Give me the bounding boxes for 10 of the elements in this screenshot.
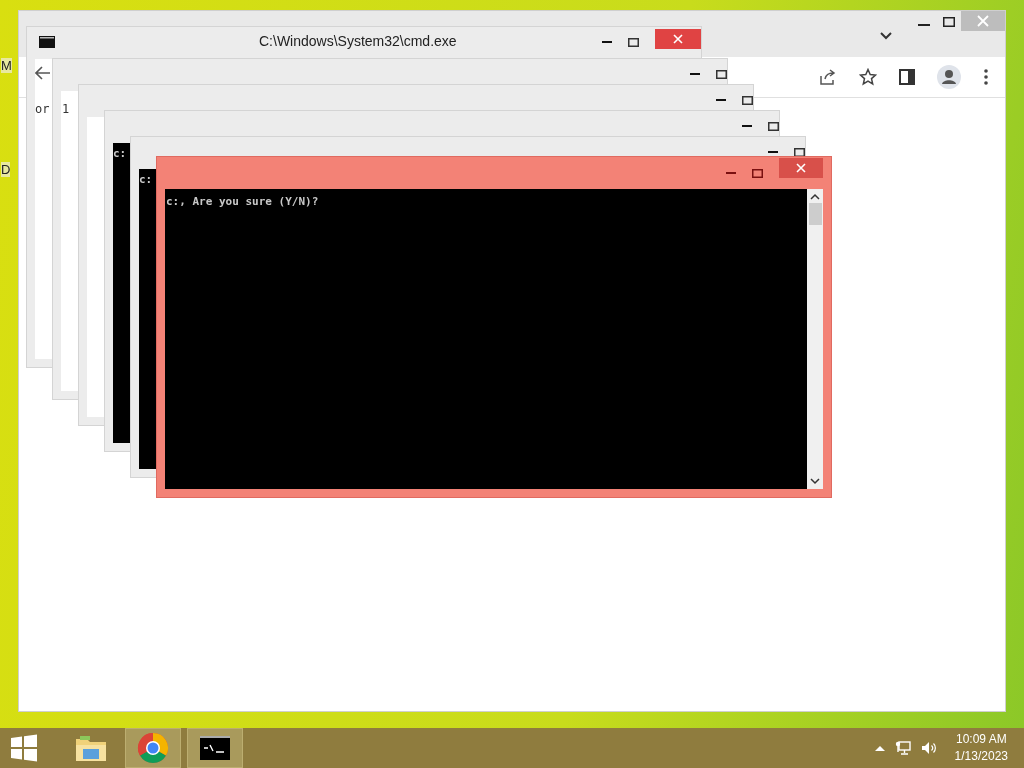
clock-date: 1/13/2023 bbox=[954, 748, 1008, 765]
desktop-icon-label[interactable]: D bbox=[1, 162, 11, 177]
console-text: c: bbox=[113, 147, 127, 160]
console-text: c: bbox=[139, 173, 153, 186]
desktop-icon-label[interactable]: M bbox=[1, 58, 12, 73]
clock[interactable]: 10:09 AM 1/13/2023 bbox=[954, 731, 1008, 765]
page-text-fragment: 1 bbox=[62, 102, 70, 116]
console-text: c:, Are you sure (Y/N)? bbox=[166, 195, 319, 208]
clock-time: 10:09 AM bbox=[955, 731, 1007, 748]
window-title: C:\Windows\System32\cmd.exe bbox=[259, 33, 457, 49]
